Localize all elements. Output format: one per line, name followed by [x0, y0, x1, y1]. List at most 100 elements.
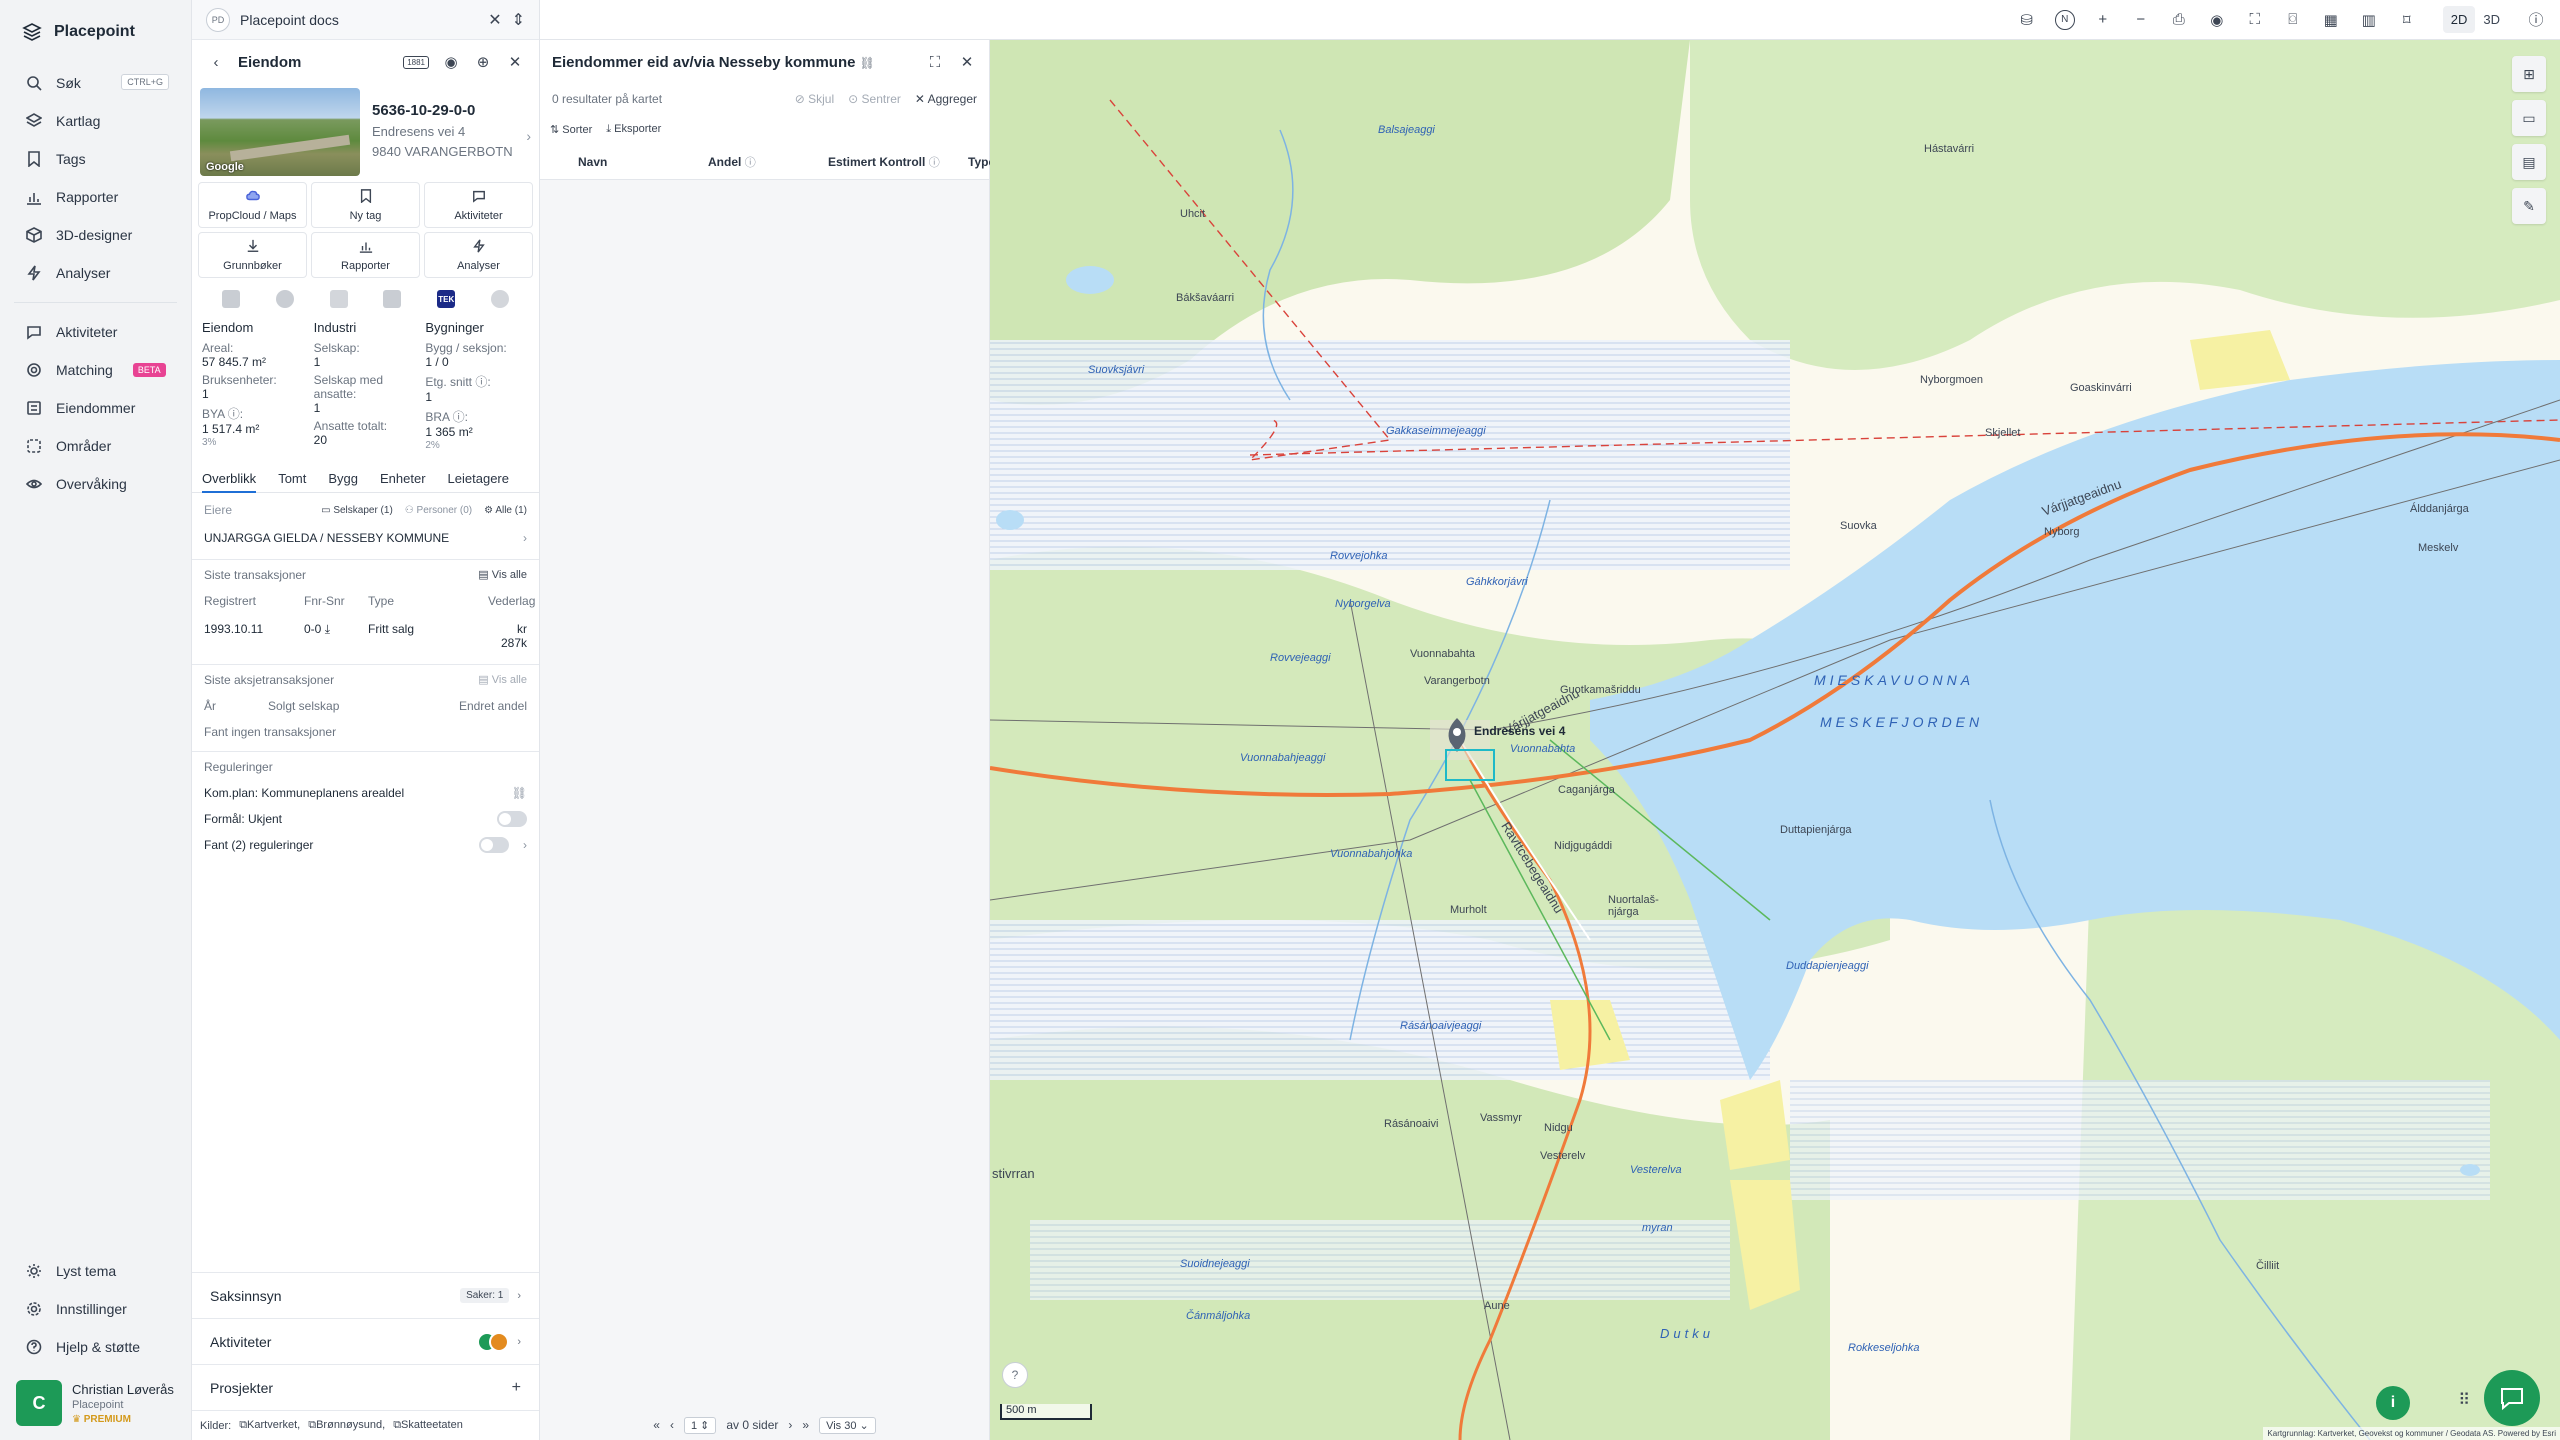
owner-row[interactable]: UNJARGGA GIELDA / NESSEBY KOMMUNE › [192, 523, 539, 553]
nav-item-tags[interactable]: Tags [0, 140, 191, 178]
nav-item-omrader[interactable]: Områder [0, 427, 191, 465]
mode-2d-button[interactable]: 2D [2442, 6, 2476, 33]
nav-item-kartlag[interactable]: Kartlag [0, 102, 191, 140]
globe-icon[interactable] [275, 290, 294, 308]
grid-icon[interactable]: ▦ [2321, 11, 2341, 29]
regulation-found-row[interactable]: Fant (2) reguleringer › [192, 832, 539, 858]
last-page-icon[interactable]: » [802, 1418, 809, 1432]
brand[interactable]: Placepoint [0, 0, 191, 64]
info-button[interactable]: i [2376, 1386, 2410, 1420]
nav-item-aktiviteter[interactable]: Aktiviteter [0, 313, 191, 351]
nav-item-eiendommer[interactable]: Eiendommer [0, 389, 191, 427]
marker-label[interactable]: Endresens vei 4 [1474, 724, 1565, 738]
chevron-right-icon[interactable]: › [526, 128, 531, 176]
layer-tool-icon[interactable]: ⊞ [2512, 56, 2546, 92]
back-icon[interactable]: ‹ [206, 54, 226, 71]
projects-accordion[interactable]: Prosjekter + [192, 1364, 539, 1410]
close-icon[interactable]: ✕ [957, 53, 977, 71]
nav-item-search[interactable]: Søk CTRL+G [0, 64, 191, 102]
col-header-andel[interactable]: Andel ⓘ [708, 154, 828, 170]
eye-icon[interactable]: ◉ [2207, 11, 2227, 29]
layout-icon[interactable]: ▥ [2359, 11, 2379, 29]
tab-enheter[interactable]: Enheter [380, 465, 426, 493]
found-toggle[interactable] [479, 837, 509, 853]
col-header-kontroll[interactable]: Estimert Kontroll ⓘ [828, 154, 968, 170]
nav-item-overvaking[interactable]: Overvåking [0, 465, 191, 503]
owners-persons-filter[interactable]: ⚇ Personer (0) [405, 505, 472, 516]
prev-page-icon[interactable]: ‹ [670, 1418, 674, 1432]
col-header-navn[interactable]: Navn [578, 155, 708, 169]
stock-view-all[interactable]: ▤ Vis alle [478, 673, 527, 687]
property-summary[interactable]: Google 5636-10-29-0-0 Endresens vei 4 98… [192, 84, 539, 176]
user-card[interactable]: C Christian Løverås Placepoint ♛ PREMIUM [16, 1380, 179, 1426]
download-icon[interactable]: ⤓ [325, 622, 330, 636]
bookmark-icon[interactable]: ⌑ [2397, 11, 2417, 29]
activities-button[interactable]: Aktiviteter [424, 182, 533, 228]
source-link[interactable]: ⧉Kartverket, [239, 1419, 300, 1432]
next-page-icon[interactable]: › [788, 1418, 792, 1432]
map-canvas[interactable]: Uhcit Bákšaváarri Hástavárri Goaskinvárr… [990, 40, 2560, 1440]
regulation-plan-row[interactable]: Kom.plan: Kommuneplanens arealdel ⛓ [192, 780, 539, 806]
source-link[interactable]: ⧉Brønnøysund, [308, 1419, 385, 1432]
purpose-toggle[interactable] [497, 811, 527, 827]
new-tag-button[interactable]: Ny tag [311, 182, 420, 228]
house-icon[interactable] [491, 290, 510, 308]
hide-button[interactable]: ⊘ Skjul [795, 92, 834, 106]
chart-icon[interactable]: ▤ [2512, 144, 2546, 180]
center-button[interactable]: ⊙ Sentrer [848, 92, 901, 106]
nav-item-3d-designer[interactable]: 3D-designer [0, 216, 191, 254]
help-icon[interactable]: ? [1002, 1362, 1028, 1388]
add-icon[interactable]: + [512, 1379, 521, 1397]
first-page-icon[interactable]: « [653, 1418, 660, 1432]
owners-all-filter[interactable]: ⚙ Alle (1) [484, 505, 527, 516]
close-icon[interactable]: ✕ [505, 53, 525, 71]
transactions-view-all[interactable]: ▤ Vis alle [478, 568, 527, 582]
zoom-out-icon[interactable]: − [2131, 11, 2151, 28]
measure-icon[interactable]: ▭ [2512, 100, 2546, 136]
owners-companies-filter[interactable]: ▭ Selskaper (1) [321, 505, 393, 516]
propcloud-button[interactable]: PropCloud / Maps [198, 182, 307, 228]
tek-logo-icon[interactable]: TEK [437, 290, 456, 308]
link-icon[interactable]: ⛓ [512, 786, 527, 800]
analyses-button[interactable]: Analyser [424, 232, 533, 278]
nav-item-rapporter[interactable]: Rapporter [0, 178, 191, 216]
eye-icon[interactable]: ◉ [441, 53, 461, 71]
nav-item-analyser[interactable]: Analyser [0, 254, 191, 292]
activities-accordion[interactable]: Aktiviteter › [192, 1318, 539, 1364]
page-select[interactable]: 1 ⇕ [683, 1416, 717, 1434]
docs-tab[interactable]: PD Placepoint docs ✕ ⇕ [192, 0, 539, 40]
info-icon[interactable]: ⓘ [2526, 9, 2546, 30]
brreg-icon[interactable] [221, 290, 240, 308]
fullscreen-icon[interactable]: ⛶ [925, 54, 945, 71]
page-size-select[interactable]: Vis 30 ⌄ [819, 1416, 876, 1434]
aggregate-button[interactable]: ✕ Aggreger [915, 92, 977, 106]
draw-icon[interactable]: ✎ [2512, 188, 2546, 224]
compass-icon[interactable]: N [2054, 9, 2075, 30]
nav-item-help[interactable]: Hjelp & støtte [0, 1328, 191, 1366]
tab-tomt[interactable]: Tomt [278, 465, 306, 493]
source-link[interactable]: ⧉Skatteetaten [393, 1419, 463, 1432]
sort-button[interactable]: ⇅ Sorter [550, 123, 592, 136]
tab-bygg[interactable]: Bygg [328, 465, 358, 493]
reports-button[interactable]: Rapporter [311, 232, 420, 278]
tab-overblikk[interactable]: Overblikk [202, 465, 257, 493]
close-icon[interactable]: ✕ [488, 10, 501, 30]
camera-icon[interactable]: ⌼ [2283, 11, 2303, 28]
chat-button[interactable] [2484, 1370, 2540, 1426]
link-icon[interactable]: ⛓ [860, 56, 875, 70]
layers-stack-icon[interactable]: ⛁ [2017, 11, 2037, 29]
industry-icon[interactable] [329, 290, 348, 308]
tab-leietagere[interactable]: Leietagere [448, 465, 509, 493]
target-icon[interactable]: ⊕ [473, 53, 493, 71]
export-button[interactable]: ⤓ Eksporter [606, 123, 661, 136]
expand-vertical-icon[interactable]: ⇕ [512, 10, 525, 30]
nav-item-matching[interactable]: Matching BETA [0, 351, 191, 389]
mode-3d-button[interactable]: 3D [2475, 6, 2508, 33]
street-view-photo[interactable]: Google [200, 88, 360, 176]
nav-item-theme[interactable]: Lyst tema [0, 1252, 191, 1290]
id-card-icon[interactable]: 1881 [403, 55, 429, 69]
saksinnsyn-accordion[interactable]: Saksinnsyn Saker: 1 › [192, 1272, 539, 1318]
bars-icon[interactable] [383, 290, 402, 308]
grip-icon[interactable]: ⠿ [2458, 1390, 2470, 1410]
fullscreen-icon[interactable]: ⛶ [2245, 11, 2265, 28]
